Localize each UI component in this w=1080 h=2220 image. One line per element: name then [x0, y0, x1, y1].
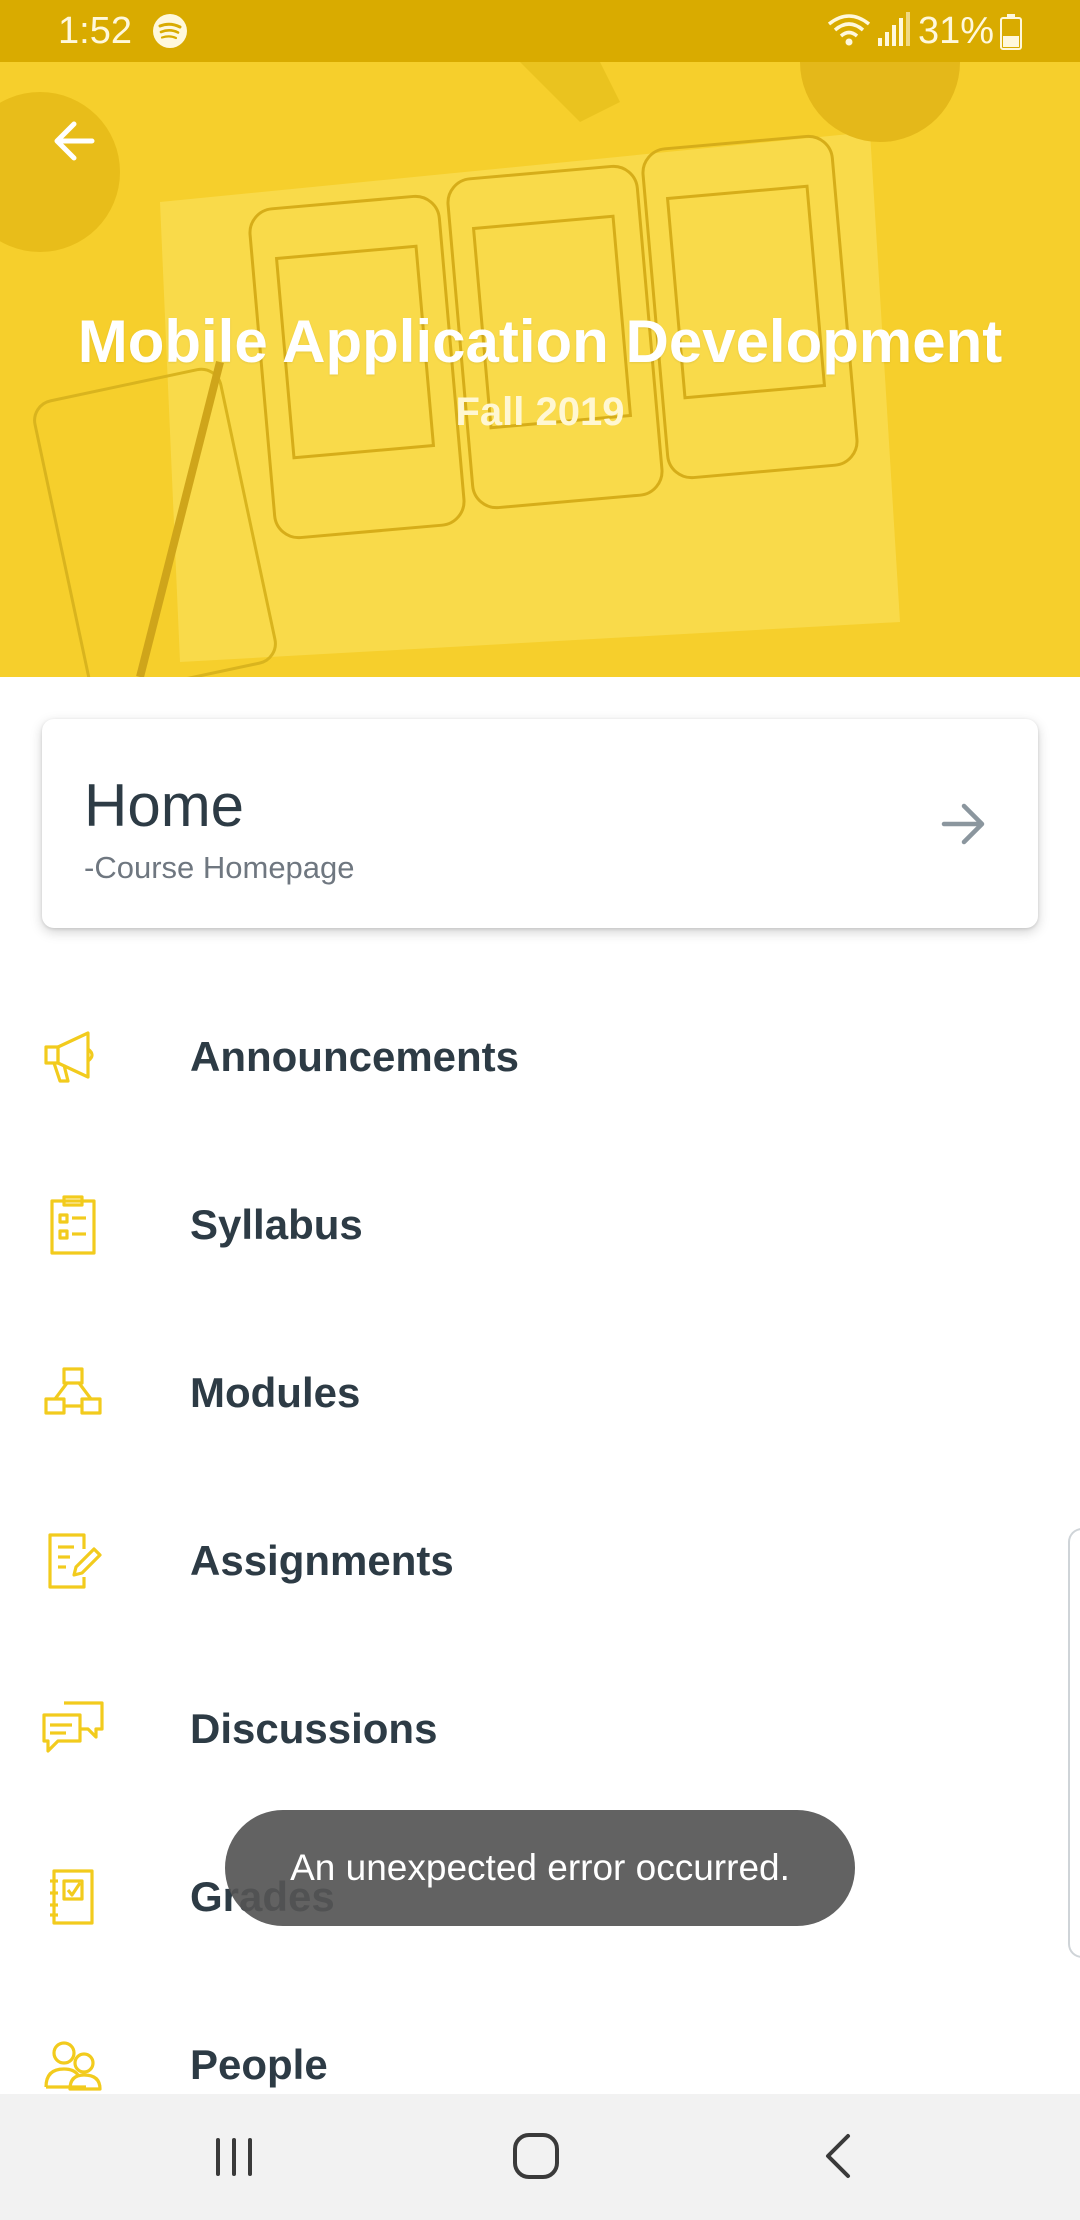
home-icon[interactable]: [510, 2130, 562, 2182]
course-header-banner: Mobile Application Development Fall 2019: [0, 62, 1080, 677]
spotify-icon: [153, 14, 187, 48]
wifi-icon: [827, 14, 871, 46]
arrow-right-icon: [941, 803, 985, 845]
menu-label-assignments: Assignments: [190, 1537, 454, 1584]
status-bar: 1:52 31%: [0, 0, 1080, 62]
home-card-subtitle: -Course Homepage: [84, 850, 355, 885]
menu-label-announcements: Announcements: [190, 1033, 520, 1080]
home-card[interactable]: Home -Course Homepage: [42, 719, 1038, 928]
battery-icon: [1000, 14, 1022, 50]
chat-bubbles-icon: [42, 1701, 104, 1753]
menu-item-assignments[interactable]: Assignments: [0, 1477, 1080, 1645]
menu-label-syllabus: Syllabus: [190, 1201, 363, 1248]
system-navigation-bar: [0, 2094, 1080, 2220]
status-time: 1:52: [58, 10, 132, 52]
recents-icon[interactable]: [210, 2134, 258, 2180]
people-icon: [44, 2041, 102, 2091]
megaphone-icon: [44, 1031, 94, 1083]
menu-item-modules[interactable]: Modules: [0, 1309, 1080, 1477]
course-term: Fall 2019: [455, 390, 625, 434]
back-icon[interactable]: [820, 2130, 856, 2182]
menu-label-people: People: [190, 2041, 328, 2088]
back-arrow-icon[interactable]: [40, 106, 110, 176]
signal-icon: [878, 12, 910, 46]
menu-label-discussions: Discussions: [190, 1705, 438, 1752]
menu-item-syllabus[interactable]: Syllabus: [0, 1141, 1080, 1309]
menu-label-modules: Modules: [190, 1369, 361, 1416]
clipboard-icon: [50, 1195, 96, 1255]
gradebook-icon: [50, 1869, 94, 1925]
edge-panel-handle[interactable]: [1068, 1528, 1080, 1958]
menu-item-discussions[interactable]: Discussions: [0, 1645, 1080, 1813]
assignment-icon: [48, 1533, 102, 1589]
home-card-title: Home: [84, 772, 245, 839]
menu-item-announcements[interactable]: Announcements: [0, 973, 1080, 1141]
course-title: Mobile Application Development: [77, 308, 1003, 375]
error-toast: An unexpected error occurred.: [225, 1810, 855, 1926]
modules-icon: [44, 1367, 102, 1415]
battery-percentage: 31%: [918, 10, 995, 52]
